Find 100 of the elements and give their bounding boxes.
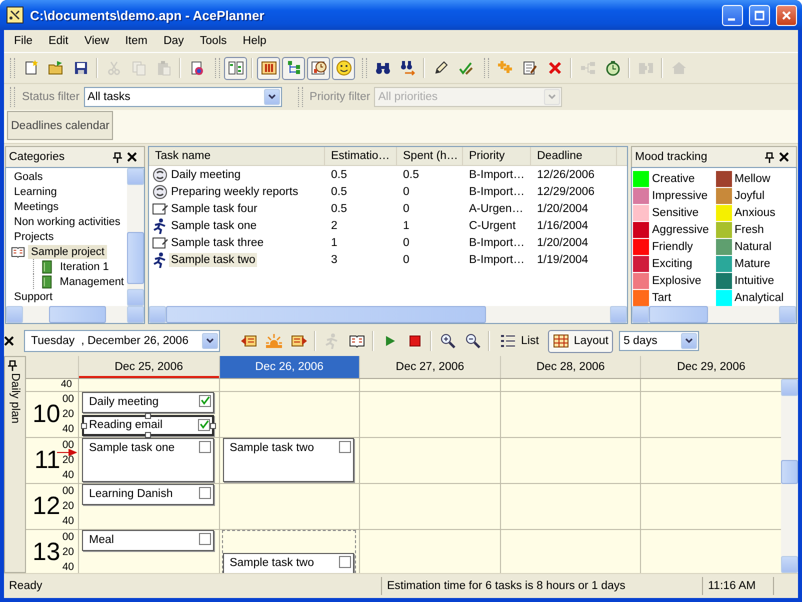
color-swatch[interactable] (633, 188, 649, 204)
task-name-cell[interactable]: Preparing weekly reports (169, 184, 300, 198)
resize-handle[interactable] (81, 422, 87, 428)
checkbox[interactable] (339, 556, 352, 568)
task-block[interactable]: Daily meeting (82, 392, 214, 413)
task-name-cell[interactable]: Sample task two (169, 252, 258, 266)
toolbar-button[interactable] (282, 56, 305, 80)
dropdown-button[interactable] (264, 89, 280, 105)
color-swatch[interactable] (633, 222, 649, 238)
category-item[interactable]: Learning (11, 184, 60, 198)
day-header[interactable]: Dec 27, 2006 (359, 356, 500, 378)
column-header[interactable]: Task name (149, 147, 325, 165)
mood-label[interactable]: Creative (652, 172, 695, 184)
mood-label[interactable]: Friendly (652, 240, 693, 252)
task-name-cell[interactable]: Daily meeting (169, 168, 243, 182)
day-header[interactable]: Dec 26, 2006 (218, 356, 360, 378)
category-item[interactable]: Sample project (28, 244, 108, 258)
category-item[interactable]: Support (11, 290, 56, 304)
category-item[interactable]: Management (56, 274, 127, 288)
task-block[interactable]: Learning Danish (82, 484, 214, 505)
day-header[interactable]: Dec 25, 2006 (78, 356, 219, 378)
menu-item[interactable]: Edit (40, 35, 76, 47)
mood-label[interactable]: Sensitive (652, 206, 699, 218)
resize-handle[interactable] (144, 413, 151, 419)
mood-label[interactable]: Intuitive (734, 274, 774, 286)
color-swatch[interactable] (716, 256, 732, 272)
list-button[interactable]: List (495, 330, 544, 352)
task-name-cell[interactable]: Sample task one (169, 218, 259, 232)
scrollbar[interactable] (6, 306, 144, 323)
checkbox[interactable] (198, 395, 211, 407)
mood-label[interactable]: Natural (734, 240, 772, 252)
scrollbar[interactable] (149, 306, 627, 323)
layout-button[interactable]: Layout (548, 330, 614, 352)
color-swatch[interactable] (716, 238, 732, 254)
checkbox[interactable] (198, 441, 211, 453)
menu-item[interactable]: Day (155, 35, 192, 47)
mood-label[interactable]: Fresh (734, 224, 764, 236)
column-header[interactable]: Deadline (531, 147, 617, 165)
mood-label[interactable]: Anxious (734, 206, 776, 218)
color-swatch[interactable] (716, 222, 732, 238)
scrollbar[interactable] (127, 168, 144, 306)
column-header[interactable]: Priority (463, 147, 531, 165)
task-name-cell[interactable]: Sample task three (169, 236, 266, 250)
checkbox[interactable] (339, 441, 352, 453)
mood-label[interactable]: Joyful (734, 190, 765, 202)
toolbar-button[interactable] (307, 56, 330, 80)
mood-label[interactable]: Impressive (652, 190, 708, 202)
minimize-button[interactable] (722, 4, 743, 26)
mood-label[interactable]: Exciting (652, 258, 692, 270)
mood-label[interactable]: Mellow (734, 172, 770, 184)
category-item[interactable]: Non working activities (11, 214, 124, 228)
menu-item[interactable]: View (76, 35, 118, 47)
toolbar-button[interactable] (257, 56, 280, 80)
task-block[interactable]: Sample task one (82, 438, 214, 482)
date-picker[interactable]: Tuesday , December 26, 2006 (24, 330, 220, 352)
mood-label[interactable]: Mature (734, 258, 770, 270)
task-block[interactable]: Sample task two (222, 438, 354, 482)
mood-label[interactable]: Explosive (652, 274, 702, 286)
maximize-button[interactable] (749, 4, 770, 26)
mood-label[interactable]: Aggressive (652, 224, 709, 236)
color-swatch[interactable] (633, 272, 649, 288)
color-swatch[interactable] (716, 204, 732, 220)
color-swatch[interactable] (633, 238, 649, 254)
checkbox[interactable] (198, 533, 211, 545)
dropdown-button[interactable] (681, 333, 698, 349)
column-header[interactable]: Spent (h… (397, 147, 463, 165)
task-block[interactable]: Reading email (82, 415, 214, 436)
menu-item[interactable]: Item (117, 35, 156, 47)
menu-item[interactable]: File (6, 35, 41, 47)
column-header[interactable]: Estimatio… (325, 147, 397, 165)
category-item[interactable]: Goals (11, 170, 46, 184)
task-name-cell[interactable]: Sample task four (169, 202, 260, 216)
pin-icon[interactable] (765, 152, 774, 162)
color-swatch[interactable] (633, 256, 649, 272)
color-swatch[interactable] (633, 290, 649, 306)
checkbox[interactable] (198, 487, 211, 499)
toolbar-button[interactable] (332, 56, 355, 80)
dropdown-button[interactable] (202, 333, 218, 349)
color-swatch[interactable] (716, 290, 732, 306)
menu-item[interactable]: Help (234, 35, 274, 47)
scrollbar[interactable] (632, 306, 796, 323)
pin-icon[interactable] (8, 360, 17, 371)
mood-label[interactable]: Analytical (734, 292, 784, 304)
color-swatch[interactable] (716, 170, 732, 186)
color-swatch[interactable] (633, 170, 649, 186)
day-header[interactable]: Dec 29, 2006 (640, 356, 781, 378)
task-block[interactable]: Sample task two (222, 553, 354, 573)
category-item[interactable]: Projects (11, 230, 57, 244)
filter-select[interactable]: All tasks (84, 87, 282, 107)
color-swatch[interactable] (716, 188, 732, 204)
deadlines-calendar-button[interactable]: Deadlines calendar (7, 111, 114, 140)
range-select[interactable]: 5 days (619, 331, 700, 351)
day-header[interactable]: Dec 28, 2006 (500, 356, 640, 378)
color-swatch[interactable] (716, 272, 732, 288)
color-swatch[interactable] (633, 204, 649, 220)
resize-handle[interactable] (144, 432, 151, 438)
pin-icon[interactable] (113, 152, 122, 162)
toolbar-button[interactable] (224, 56, 247, 80)
scrollbar[interactable] (780, 379, 798, 573)
mood-label[interactable]: Tart (652, 292, 672, 304)
